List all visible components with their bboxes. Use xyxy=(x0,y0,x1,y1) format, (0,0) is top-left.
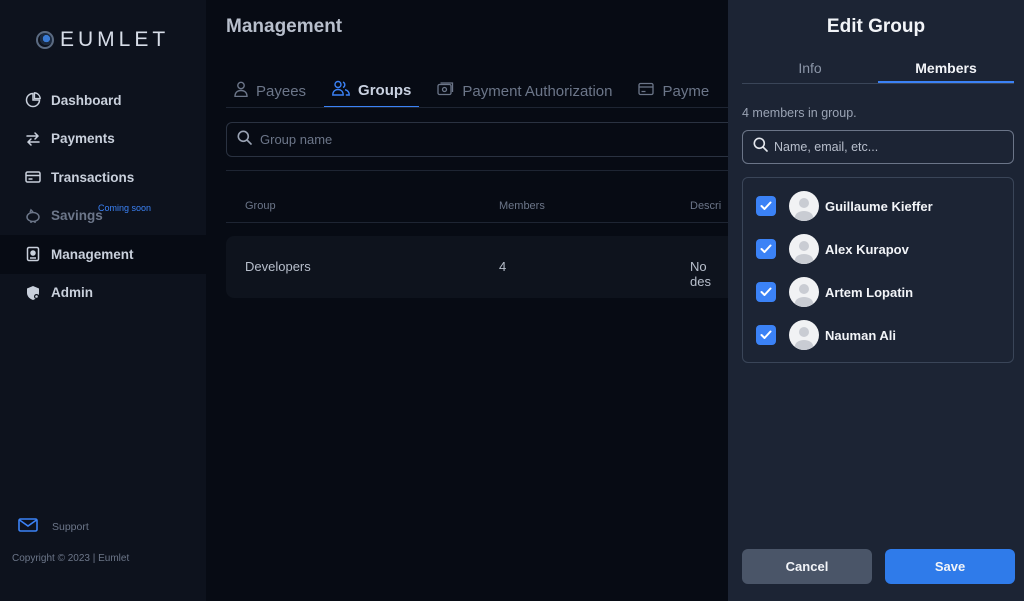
list-item[interactable]: Artem Lopatin xyxy=(743,272,1015,312)
search-icon xyxy=(753,137,768,157)
divider xyxy=(226,222,728,223)
management-tabs: Payees Groups Payment Authorization Paym… xyxy=(226,80,727,108)
tab-members[interactable]: Members xyxy=(878,58,1014,83)
sidebar-item-dashboard[interactable]: Dashboard xyxy=(0,81,206,120)
sidebar-item-label: Transactions xyxy=(51,169,135,185)
sidebar-item-payments[interactable]: Payments xyxy=(0,120,206,159)
page-title: Management xyxy=(226,16,343,37)
copyright-text: Copyright © 2023 | Eumlet xyxy=(12,553,130,564)
support-label: Support xyxy=(52,520,89,533)
tab-payees[interactable]: Payees xyxy=(226,80,314,108)
list-item[interactable]: Alex Kurapov xyxy=(743,229,1015,269)
group-search-input[interactable] xyxy=(260,132,660,147)
logo-text: EUMLET xyxy=(60,28,170,51)
sidebar-nav: Dashboard Payments Transactions Savings … xyxy=(0,81,206,312)
row-member-count: 4 xyxy=(499,259,507,274)
avatar xyxy=(789,234,819,264)
tab-label: Payees xyxy=(256,82,307,100)
column-header-group[interactable]: Group xyxy=(245,200,276,212)
column-header-description[interactable]: Descri xyxy=(690,200,721,212)
sidebar-item-label: Savings xyxy=(51,208,103,224)
coming-soon-badge: Coming soon xyxy=(98,202,152,213)
mail-icon xyxy=(18,517,38,536)
sidebar: EUMLET Dashboard Payments Transactions S… xyxy=(0,0,206,601)
card-icon xyxy=(24,169,41,186)
list-item[interactable]: Nauman Ali xyxy=(743,315,1015,355)
person-icon xyxy=(234,81,248,101)
member-checkbox[interactable] xyxy=(756,196,776,216)
save-button[interactable]: Save xyxy=(885,549,1015,584)
tab-info[interactable]: Info xyxy=(742,58,878,83)
check-icon xyxy=(760,201,772,210)
check-icon xyxy=(760,330,772,339)
avatar xyxy=(789,191,819,221)
sidebar-item-management[interactable]: Management xyxy=(0,235,206,274)
search-icon xyxy=(237,130,252,150)
divider xyxy=(226,170,728,171)
row-group-name: Developers xyxy=(245,259,311,274)
tab-groups[interactable]: Groups xyxy=(324,80,420,108)
sidebar-item-savings[interactable]: Savings Coming soon xyxy=(0,197,206,236)
sidebar-item-label: Dashboard xyxy=(51,92,122,108)
check-icon xyxy=(760,287,772,296)
sidebar-item-label: Management xyxy=(51,246,134,262)
member-checkbox[interactable] xyxy=(756,325,776,345)
list-item[interactable]: Guillaume Kieffer xyxy=(743,186,1015,226)
shield-icon xyxy=(24,284,41,301)
pie-chart-icon xyxy=(24,92,41,109)
tab-label: Payme xyxy=(662,82,710,100)
member-name: Artem Lopatin xyxy=(825,284,914,300)
sidebar-item-admin[interactable]: Admin xyxy=(0,274,206,313)
sidebar-item-label: Admin xyxy=(51,285,93,301)
member-count-text: 4 members in group. xyxy=(742,106,857,120)
member-checkbox[interactable] xyxy=(756,239,776,259)
sidebar-item-transactions[interactable]: Transactions xyxy=(0,158,206,197)
panel-tabs: Info Members xyxy=(742,58,1014,84)
avatar xyxy=(789,277,819,307)
tab-label: Payment Authorization xyxy=(462,82,613,100)
cancel-button[interactable]: Cancel xyxy=(742,549,872,584)
row-description: No des xyxy=(690,259,711,289)
member-checkbox[interactable] xyxy=(756,282,776,302)
logo-icon xyxy=(36,31,54,49)
member-name: Nauman Ali xyxy=(825,327,897,343)
piggy-bank-icon xyxy=(24,207,41,224)
avatar xyxy=(789,320,819,350)
arrows-swap-icon xyxy=(24,130,41,147)
group-search[interactable] xyxy=(226,122,728,157)
sidebar-item-label: Payments xyxy=(51,131,115,147)
people-icon xyxy=(332,80,350,100)
tab-label: Groups xyxy=(358,81,412,99)
member-search[interactable] xyxy=(742,130,1014,164)
tabs-divider xyxy=(226,107,728,108)
payment-auth-icon xyxy=(437,82,454,100)
member-name: Guillaume Kieffer xyxy=(825,198,933,214)
tab-payments[interactable]: Payme xyxy=(630,80,717,108)
card-icon xyxy=(638,82,655,100)
member-name: Alex Kurapov xyxy=(825,241,909,257)
logo[interactable]: EUMLET xyxy=(36,28,169,52)
check-icon xyxy=(760,244,772,253)
main-content: Management Payees Groups Payment Authori… xyxy=(206,0,728,601)
edit-group-panel: Edit Group Info Members 4 members in gro… xyxy=(728,0,1024,601)
member-search-input[interactable] xyxy=(774,140,1004,154)
member-list: Guillaume Kieffer Alex Kurapov Artem Lop… xyxy=(742,177,1014,363)
column-header-members[interactable]: Members xyxy=(499,200,545,212)
tab-payment-authorization[interactable]: Payment Authorization xyxy=(429,80,620,108)
support-link[interactable]: Support xyxy=(18,517,89,536)
panel-title: Edit Group xyxy=(826,16,926,37)
id-badge-icon xyxy=(24,246,41,263)
